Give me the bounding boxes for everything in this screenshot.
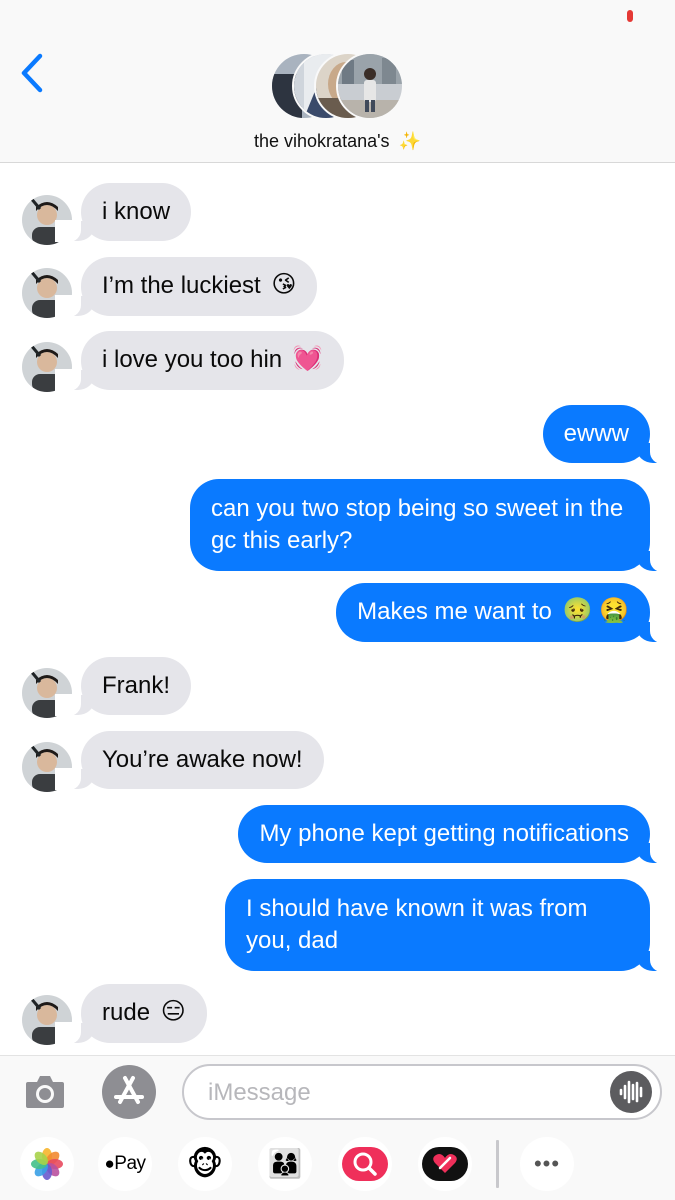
message-text: ewww	[563, 420, 629, 447]
photos-app-button[interactable]	[20, 1137, 74, 1191]
apple-pay-button[interactable]: ●Pay	[98, 1137, 152, 1191]
incoming-message[interactable]: Frank!	[54, 657, 192, 716]
apple-pay-icon: ●Pay	[104, 1153, 146, 1174]
animoji-button[interactable]: 🐵	[178, 1137, 232, 1191]
status-indicator	[627, 10, 633, 22]
apple-pay-label: Pay	[114, 1153, 146, 1174]
imessage-field[interactable]	[182, 1064, 662, 1120]
audio-message-button[interactable]	[610, 1071, 652, 1113]
audio-waveform-icon	[619, 1080, 643, 1104]
incoming-message[interactable]: i know	[54, 183, 192, 242]
sparkles-emoji: ✨	[398, 131, 421, 151]
nauseated-vomiting-emoji: 🤢 🤮	[562, 596, 629, 624]
message-text: i love you too hin	[102, 346, 283, 373]
incoming-message[interactable]: i love you too hin 💓	[55, 331, 344, 391]
message-text: rude	[102, 999, 151, 1026]
outgoing-message[interactable]: ewww	[542, 405, 675, 464]
digital-touch-button[interactable]	[418, 1137, 472, 1191]
search-images-icon	[342, 1147, 388, 1181]
group-avatar-stack[interactable]	[270, 52, 406, 120]
message-text: I should have known it was from you, dad	[246, 895, 588, 954]
conversation-header: the vihokratana's ✨	[0, 0, 675, 163]
chevron-left-icon	[21, 53, 43, 93]
beating-heart-emoji: 💓	[292, 344, 323, 372]
incoming-message[interactable]: You’re awake now!	[55, 731, 324, 790]
message-input[interactable]	[208, 1074, 588, 1112]
app-store-button[interactable]	[102, 1065, 156, 1119]
app-drawer: ●Pay 🐵 👨‍👩‍👦 •••	[0, 1127, 675, 1200]
message-text: can you two stop being so sweet in the g…	[211, 495, 624, 554]
compose-bar	[0, 1055, 675, 1128]
camera-button[interactable]	[24, 1072, 66, 1112]
conversation-title[interactable]: the vihokratana's ✨	[0, 131, 675, 152]
search-images-button[interactable]	[338, 1137, 392, 1191]
outgoing-message[interactable]: can you two stop being so sweet in the g…	[190, 479, 675, 572]
memoji-button[interactable]: 👨‍👩‍👦	[258, 1137, 312, 1191]
message-text: i know	[102, 198, 171, 225]
incoming-message[interactable]: rude 😑	[55, 984, 207, 1044]
incoming-message[interactable]: I’m the luckiest 😘	[54, 257, 318, 317]
kissing-face-emoji: 😘	[271, 270, 297, 298]
photos-app-icon	[31, 1148, 63, 1180]
participant-avatar	[336, 52, 404, 120]
drawer-divider	[496, 1140, 499, 1188]
message-text: I’m the luckiest	[102, 272, 261, 299]
app-store-icon	[114, 1076, 144, 1104]
outgoing-message[interactable]: I should have known it was from you, dad	[225, 879, 675, 972]
back-button[interactable]	[14, 50, 54, 96]
message-text: My phone kept getting notifications	[259, 820, 629, 847]
message-text: Frank!	[102, 672, 171, 699]
digital-touch-icon	[422, 1147, 468, 1181]
expressionless-face-emoji: 😑	[160, 997, 186, 1025]
message-text: Makes me want to	[357, 598, 552, 625]
outgoing-message[interactable]: Makes me want to 🤢 🤮	[336, 583, 675, 643]
animoji-icon: 🐵	[186, 1146, 224, 1182]
conversation-title-text: the vihokratana's	[254, 131, 390, 151]
more-apps-icon: •••	[533, 1151, 561, 1176]
outgoing-message[interactable]: My phone kept getting notifications	[238, 805, 675, 864]
message-text: You’re awake now!	[102, 746, 303, 773]
camera-icon	[26, 1076, 64, 1108]
more-apps-button[interactable]: •••	[520, 1137, 574, 1191]
memoji-icon: 👨‍👩‍👦	[267, 1148, 303, 1179]
